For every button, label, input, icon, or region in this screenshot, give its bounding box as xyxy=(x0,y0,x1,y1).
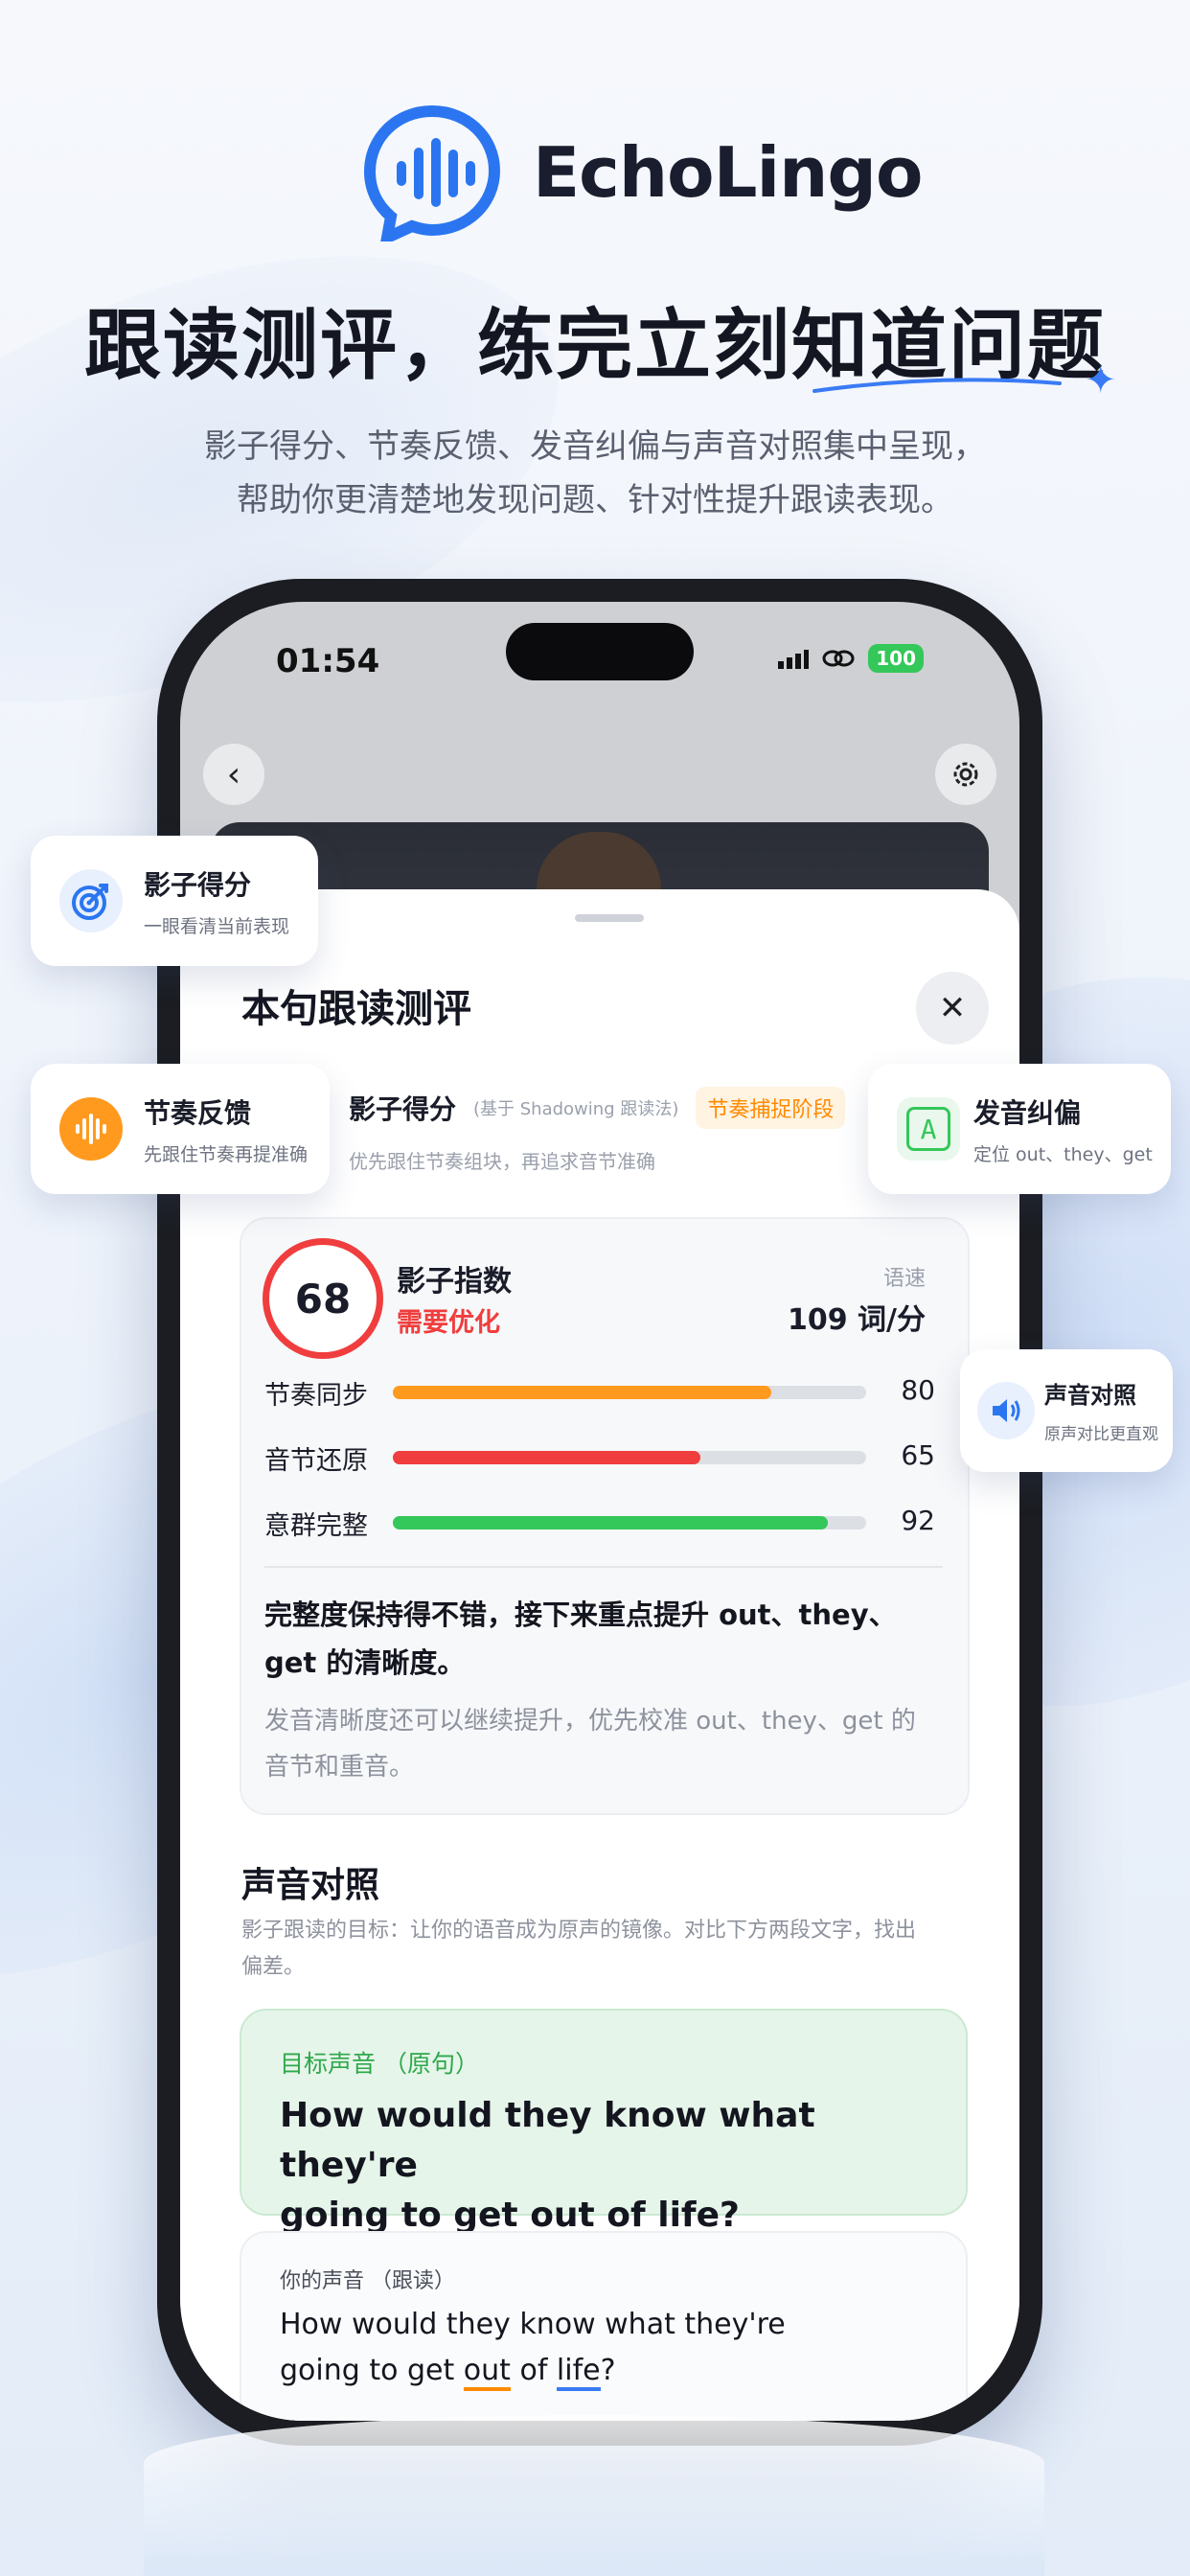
letter-a-glyph: A xyxy=(906,1107,950,1151)
letter-a-icon: A xyxy=(897,1097,960,1161)
status-indicators: 100 xyxy=(778,644,924,673)
summary-text: 完整度保持得不错，接下来重点提升 out、they、get 的清晰度。 xyxy=(264,1598,897,1679)
bar-fill xyxy=(393,1451,701,1464)
mine-word-of: of xyxy=(510,2354,557,2387)
target-line-2-end: of life? xyxy=(594,2196,740,2235)
chip-title: 节奏反馈 xyxy=(144,1097,252,1129)
phone-pedestal xyxy=(144,2415,1044,2576)
signal-icon xyxy=(778,650,810,669)
logo-chat-wave-icon xyxy=(364,105,500,242)
chip-title: 发音纠偏 xyxy=(973,1097,1082,1129)
chip-title: 声音对照 xyxy=(1044,1382,1136,1409)
back-button[interactable]: ‹ xyxy=(203,744,264,805)
mine-end: ? xyxy=(600,2354,616,2387)
chip-rhythm-feedback: 节奏反馈 先跟住节奏再提准确 xyxy=(31,1064,330,1194)
divider xyxy=(264,1566,943,1568)
headline-subtitle-2: 帮助你更清楚地发现问题、针对性提升跟读表现。 xyxy=(237,481,953,519)
bar-fill xyxy=(393,1516,829,1530)
sparkle-icon: ✦ xyxy=(1085,358,1117,402)
target-voice-card[interactable]: 目标声音 （原句） How would they know what they'… xyxy=(240,2009,968,2240)
battery-indicator: 100 xyxy=(868,644,924,673)
metric-bar-chunk: 意群完整 92 xyxy=(264,1503,935,1541)
chip-pronunciation: A 发音纠偏 定位 out、they、get xyxy=(868,1064,1171,1194)
bar-value: 92 xyxy=(901,1505,935,1536)
target-label: 目标声音 （原句） xyxy=(280,2050,479,2078)
my-voice-card[interactable]: 你的声音 （跟读） How would they know what they'… xyxy=(240,2231,968,2421)
link-icon xyxy=(822,650,855,667)
mine-word-out: out xyxy=(463,2354,511,2391)
close-button[interactable]: ✕ xyxy=(916,972,989,1045)
sheet-handle[interactable] xyxy=(575,914,644,922)
back-chevron-icon: ‹ xyxy=(226,754,241,794)
gear-icon xyxy=(953,762,978,787)
status-time: 01:54 xyxy=(276,642,380,680)
summary-note: 发音清晰度还可以继续提升，优先校准 out、they、get 的音节和重音。 xyxy=(264,1707,916,1782)
bar-value: 80 xyxy=(901,1374,935,1406)
score-hint: 优先跟住节奏组块，再追求音节准确 xyxy=(349,1150,655,1173)
speed-value: 109 词/分 xyxy=(787,1303,926,1337)
chip-desc: 一眼看清当前表现 xyxy=(144,916,290,937)
bar-track xyxy=(393,1451,866,1464)
target-line-1: How would they know what they're xyxy=(280,2096,815,2185)
bar-label: 意群完整 xyxy=(264,1511,368,1541)
bar-track xyxy=(393,1516,866,1530)
mine-label: 你的声音 （跟读） xyxy=(280,2269,455,2293)
metric-bar-syllable: 音节还原 65 xyxy=(264,1438,935,1476)
index-label: 影子指数 xyxy=(397,1265,512,1299)
chip-voice-compare: 声音对照 原声对比更直观 xyxy=(960,1349,1173,1472)
metric-card: 68 影子指数 需要优化 语速 109 词/分 节奏同步 80 音节还原 65 … xyxy=(240,1217,970,1815)
waveform-icon xyxy=(59,1097,123,1161)
close-icon: ✕ xyxy=(938,989,967,1027)
chip-title: 影子得分 xyxy=(144,869,252,901)
chip-desc: 定位 out、they、get xyxy=(973,1144,1153,1165)
headline-underline xyxy=(812,378,1062,393)
speaker-icon xyxy=(977,1382,1035,1439)
compare-title: 声音对照 xyxy=(241,1866,380,1905)
mine-line-2: going to get xyxy=(280,2354,464,2387)
index-status: 需要优化 xyxy=(397,1308,500,1338)
dynamic-island xyxy=(506,623,694,680)
bar-fill xyxy=(393,1386,772,1399)
brand-name: EchoLingo xyxy=(533,132,923,213)
score-label: 影子得分 xyxy=(349,1093,457,1125)
stage-badge: 节奏捕捉阶段 xyxy=(696,1087,846,1129)
brand-header: EchoLingo xyxy=(0,105,1190,249)
target-icon xyxy=(59,869,123,932)
chip-desc: 原声对比更直观 xyxy=(1044,1425,1158,1444)
target-sentence: How would they know what they're going t… xyxy=(280,2091,931,2241)
settings-button[interactable] xyxy=(935,744,996,805)
bar-value: 65 xyxy=(901,1439,935,1471)
mine-line-1: How would they know what they're xyxy=(280,2308,786,2341)
mine-sentence: How would they know what they're going t… xyxy=(280,2302,931,2394)
metric-bar-rhythm: 节奏同步 80 xyxy=(264,1372,935,1411)
score-basis: (基于 Shadowing 跟读法) xyxy=(473,1099,679,1119)
target-line-2: going to get xyxy=(280,2196,531,2235)
score-ring: 68 xyxy=(263,1238,383,1359)
headline-subtitle-1: 影子得分、节奏反馈、发音纠偏与声音对照集中呈现， xyxy=(204,427,986,466)
speed-label: 语速 xyxy=(882,1267,926,1291)
bar-label: 音节还原 xyxy=(264,1446,368,1476)
compare-desc: 影子跟读的目标：让你的语音成为原声的镜像。对比下方两段文字，找出偏差。 xyxy=(241,1919,917,1979)
chip-desc: 先跟住节奏再提准确 xyxy=(144,1144,309,1165)
mine-word-life: life xyxy=(556,2354,601,2391)
bar-label: 节奏同步 xyxy=(264,1381,368,1411)
bar-track xyxy=(393,1386,866,1399)
score-header: 影子得分 (基于 Shadowing 跟读法) 节奏捕捉阶段 xyxy=(349,1087,846,1129)
chip-shadow-score: 影子得分 一眼看清当前表现 xyxy=(31,836,318,966)
sheet-title: 本句跟读测评 xyxy=(241,987,471,1031)
